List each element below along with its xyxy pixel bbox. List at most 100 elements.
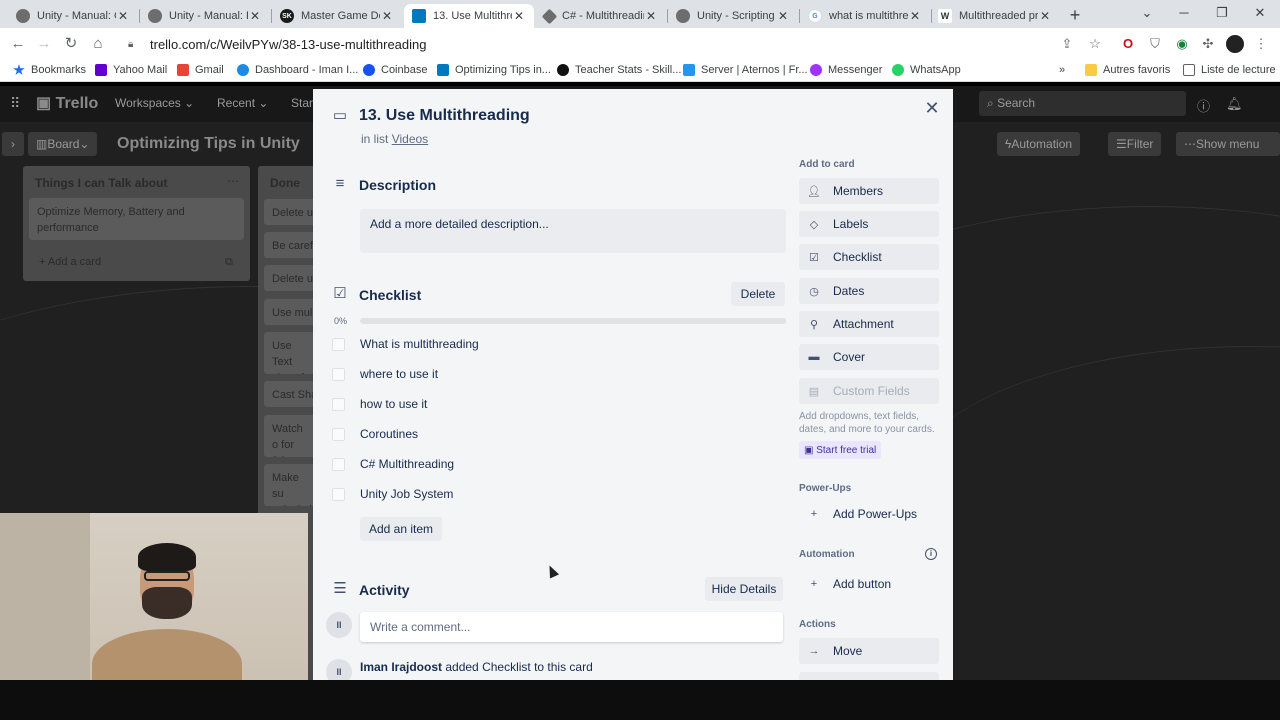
bookmarks-overflow-icon[interactable]: » xyxy=(1059,64,1065,76)
share-icon[interactable]: ⇪ xyxy=(1058,35,1076,53)
add-item-button[interactable]: Add an item xyxy=(360,517,442,541)
custom-fields-button[interactable]: ▤ Custom Fields xyxy=(799,378,939,404)
minimize-icon[interactable]: ─ xyxy=(1174,5,1194,20)
dates-button[interactable]: ◷ Dates xyxy=(799,278,939,304)
reading-list[interactable]: Liste de lecture xyxy=(1183,64,1276,76)
card-template-icon[interactable]: ⧉ xyxy=(225,256,233,269)
add-button-button[interactable]: + Add button xyxy=(799,571,939,597)
bookmark-item[interactable]: Optimizing Tips in... xyxy=(437,64,551,76)
list-card[interactable]: Optimize Memory, Battery and performance xyxy=(29,198,244,240)
forward-icon[interactable]: → xyxy=(34,34,54,54)
trello-logo[interactable]: ▣ Trello xyxy=(36,93,98,113)
browser-tab[interactable]: C# - Multithreading ✕ xyxy=(536,4,666,28)
browser-tab[interactable]: Unity - Scripting API ✕ xyxy=(668,4,798,28)
checklist-item[interactable]: Coroutines xyxy=(332,422,786,446)
bookmark-item[interactable]: Bookmarks xyxy=(13,64,86,76)
checkbox[interactable] xyxy=(332,487,345,501)
description-input[interactable]: Add a more detailed description... xyxy=(360,209,786,253)
window-close-icon[interactable]: ✕ xyxy=(1250,5,1270,21)
bookmark-folder[interactable]: Autres favoris xyxy=(1085,64,1170,76)
activity-user[interactable]: Iman Irajdoost xyxy=(360,660,442,674)
notification-bell-icon[interactable]: 🔔︎ xyxy=(1226,96,1243,112)
extensions-puzzle-icon[interactable]: ✣ xyxy=(1199,35,1217,53)
bookmark-item[interactable]: WhatsApp xyxy=(892,64,961,76)
tab-close-icon[interactable]: ✕ xyxy=(908,9,922,23)
tab-close-icon[interactable]: ✕ xyxy=(380,9,394,23)
checkbox[interactable] xyxy=(332,427,345,441)
checkbox[interactable] xyxy=(332,367,345,381)
checklist-item[interactable]: C# Multithreading xyxy=(332,452,786,476)
bookmark-item[interactable]: Teacher Stats - Skill... xyxy=(557,64,681,76)
bookmark-item[interactable]: Coinbase xyxy=(363,64,427,76)
members-button[interactable]: 👤︎ Members xyxy=(799,178,939,204)
tab-close-icon[interactable]: ✕ xyxy=(776,9,790,23)
tab-close-icon[interactable]: ✕ xyxy=(644,9,658,23)
show-menu-button[interactable]: ⋯ Show menu xyxy=(1176,132,1280,156)
tab-close-icon[interactable]: ✕ xyxy=(248,9,262,23)
tab-close-icon[interactable]: ✕ xyxy=(116,9,130,23)
filter-button[interactable]: ☰ Filter xyxy=(1108,132,1162,156)
bookmark-item[interactable]: Messenger xyxy=(810,64,882,76)
hide-details-button[interactable]: Hide Details xyxy=(705,577,783,601)
move-button[interactable]: → Move xyxy=(799,638,939,664)
checkbox[interactable] xyxy=(332,337,345,351)
list-card[interactable]: Use Text size of fi xyxy=(264,332,314,374)
board-title[interactable]: Optimizing Tips in Unity xyxy=(117,135,300,153)
add-power-ups-button[interactable]: + Add Power-Ups xyxy=(799,501,939,527)
reload-icon[interactable]: ↻ xyxy=(61,34,81,54)
comment-input[interactable]: Write a comment... xyxy=(360,612,783,642)
tab-close-icon[interactable]: ✕ xyxy=(512,9,526,23)
sidebar-expand-icon[interactable]: › xyxy=(2,132,24,156)
profile-avatar-icon[interactable] xyxy=(1226,35,1244,53)
info-icon[interactable]: ⓘ xyxy=(1197,96,1210,115)
automation-button[interactable]: ϟ Automation xyxy=(997,132,1081,156)
bookmark-item[interactable]: Gmail xyxy=(177,64,224,76)
bookmark-star-icon[interactable]: ☆ xyxy=(1086,35,1104,53)
cover-button[interactable]: ▬ Cover xyxy=(799,344,939,370)
board-view-button[interactable]: ▥ Board ⌄ xyxy=(28,132,98,156)
list-card[interactable]: Make su calculati xyxy=(264,464,316,506)
nav-starred[interactable]: Star xyxy=(291,96,313,110)
browser-tab[interactable]: W Multithreaded processing ✕ xyxy=(930,4,1060,28)
extension-badge-icon[interactable]: ◉ xyxy=(1173,35,1191,53)
browser-tab[interactable]: Unity - Manual: Code ✕ xyxy=(8,4,138,28)
start-free-trial-button[interactable]: ▣ Start free trial xyxy=(799,441,882,459)
copy-button[interactable] xyxy=(799,672,939,680)
browser-tab[interactable]: G what is multithreading ✕ xyxy=(800,4,930,28)
checkbox[interactable] xyxy=(332,397,345,411)
checklist-delete-button[interactable]: Delete xyxy=(731,282,785,306)
list-menu-icon[interactable]: ⋯ xyxy=(227,174,239,188)
new-tab-icon[interactable]: + xyxy=(1066,5,1084,26)
trello-search-input[interactable]: ⌕ Search xyxy=(979,91,1186,116)
checklist-button[interactable]: ☑ Checklist xyxy=(799,244,939,270)
maximize-icon[interactable]: ❐ xyxy=(1212,5,1232,21)
card-title[interactable]: 13. Use Multithreading xyxy=(359,107,530,125)
browser-tab[interactable]: SK Master Game Development ✕ xyxy=(272,4,402,28)
apps-grid-icon[interactable]: ⠿ xyxy=(10,95,20,112)
checklist-item[interactable]: how to use it xyxy=(332,392,786,416)
info-icon[interactable]: i xyxy=(925,548,937,560)
checklist-item[interactable]: Unity Job System xyxy=(332,482,786,506)
shield-extension-icon[interactable]: ⛉ xyxy=(1146,35,1164,53)
list-link[interactable]: Videos xyxy=(392,132,428,146)
opera-extension-icon[interactable]: O xyxy=(1119,35,1137,53)
bookmark-item[interactable]: Server | Aternos | Fr... xyxy=(683,64,808,76)
nav-workspaces[interactable]: Workspaces ⌄ xyxy=(115,96,194,110)
nav-recent[interactable]: Recent ⌄ xyxy=(217,96,268,110)
tab-close-icon[interactable]: ✕ xyxy=(1038,9,1052,23)
browser-menu-icon[interactable]: ⋮ xyxy=(1252,35,1270,53)
address-bar[interactable]: 🔒︎ trello.com/c/WeilvPYw/38-13-use-multi… xyxy=(116,31,1116,57)
bookmark-item[interactable]: Dashboard - Iman I... xyxy=(237,64,358,76)
attachment-button[interactable]: ⚲ Attachment xyxy=(799,311,939,337)
browser-tab[interactable]: Unity - Manual: Profiler ✕ xyxy=(140,4,270,28)
list-card[interactable]: Watch o for 3d m xyxy=(264,415,316,457)
bookmark-item[interactable]: Yahoo Mail xyxy=(95,64,167,76)
home-icon[interactable]: ⌂ xyxy=(88,34,108,54)
checklist-item[interactable]: What is multithreading xyxy=(332,332,786,356)
close-icon[interactable]: ✕ xyxy=(922,98,942,119)
labels-button[interactable]: ◇ Labels xyxy=(799,211,939,237)
tab-search-chevron-icon[interactable]: ⌄ xyxy=(1137,5,1157,21)
add-card-button[interactable]: + Add a card xyxy=(39,256,101,268)
checkbox[interactable] xyxy=(332,457,345,471)
checklist-item[interactable]: where to use it xyxy=(332,362,786,386)
